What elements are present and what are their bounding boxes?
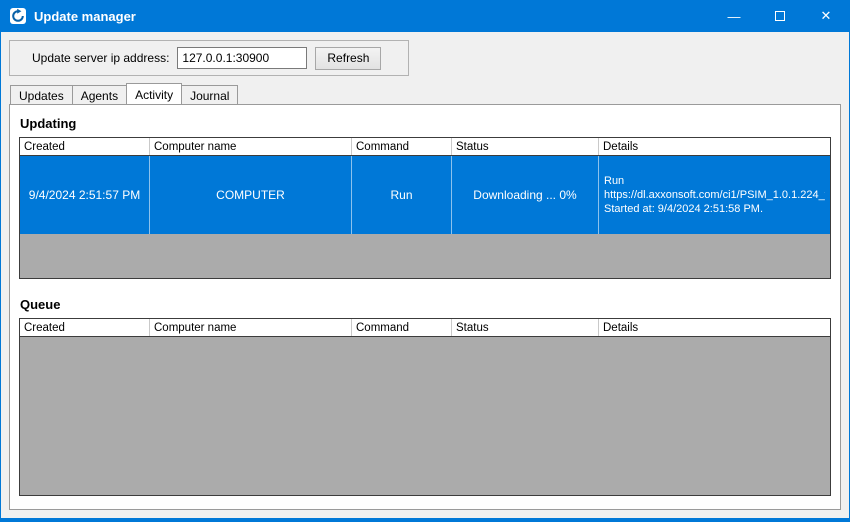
column-header-created[interactable]: Created [20,319,150,336]
tab-activity[interactable]: Activity [126,83,182,104]
updating-table: CreatedComputer nameCommandStatusDetails… [19,137,831,279]
close-icon: ✕ [821,8,832,24]
window-title: Update manager [34,9,711,24]
window-content: Update server ip address: Refresh Update… [1,32,849,518]
updating-table-body: 9/4/2024 2:51:57 PMCOMPUTERRunDownloadin… [20,156,830,278]
close-button[interactable]: ✕ [803,0,849,32]
queue-section-title: Queue [20,297,831,312]
column-header-computer-name[interactable]: Computer name [150,138,352,155]
queue-table: CreatedComputer nameCommandStatusDetails [19,318,831,496]
maximize-button[interactable] [757,0,803,32]
column-header-details[interactable]: Details [599,138,830,155]
server-address-panel: Update server ip address: Refresh [9,40,409,76]
cell-status: Downloading ... 0% [452,156,599,234]
column-header-created[interactable]: Created [20,138,150,155]
updating-section-title: Updating [20,116,831,131]
column-header-computer-name[interactable]: Computer name [150,319,352,336]
refresh-button[interactable]: Refresh [315,47,381,70]
tab-updates[interactable]: Updates [10,85,73,104]
tab-strip: UpdatesAgentsActivityJournal [10,85,841,104]
tab-journal[interactable]: Journal [181,85,238,104]
tab-agents[interactable]: Agents [72,85,127,104]
maximize-icon [775,11,785,21]
column-header-command[interactable]: Command [352,138,452,155]
cell-created: 9/4/2024 2:51:57 PM [20,156,150,234]
titlebar: Update manager — ✕ [1,0,849,32]
column-header-status[interactable]: Status [452,319,599,336]
cell-command: Run [352,156,452,234]
minimize-icon: — [728,9,741,24]
activity-tab-panel: Updating CreatedComputer nameCommandStat… [9,104,841,510]
queue-table-header: CreatedComputer nameCommandStatusDetails [20,319,830,337]
updating-table-header: CreatedComputer nameCommandStatusDetails [20,138,830,156]
window-controls: — ✕ [711,0,849,32]
column-header-details[interactable]: Details [599,319,830,336]
server-ip-label: Update server ip address: [32,51,169,65]
app-logo-icon [9,7,27,25]
column-header-status[interactable]: Status [452,138,599,155]
server-ip-input[interactable] [177,47,307,69]
table-row[interactable]: 9/4/2024 2:51:57 PMCOMPUTERRunDownloadin… [20,156,830,234]
minimize-button[interactable]: — [711,0,757,32]
cell-computer-name: COMPUTER [150,156,352,234]
update-manager-window: Update manager — ✕ Update server ip addr… [0,0,850,522]
column-header-command[interactable]: Command [352,319,452,336]
queue-table-body [20,337,830,495]
cell-details: Runhttps://dl.axxonsoft.com/ci1/PSIM_1.0… [599,156,830,234]
